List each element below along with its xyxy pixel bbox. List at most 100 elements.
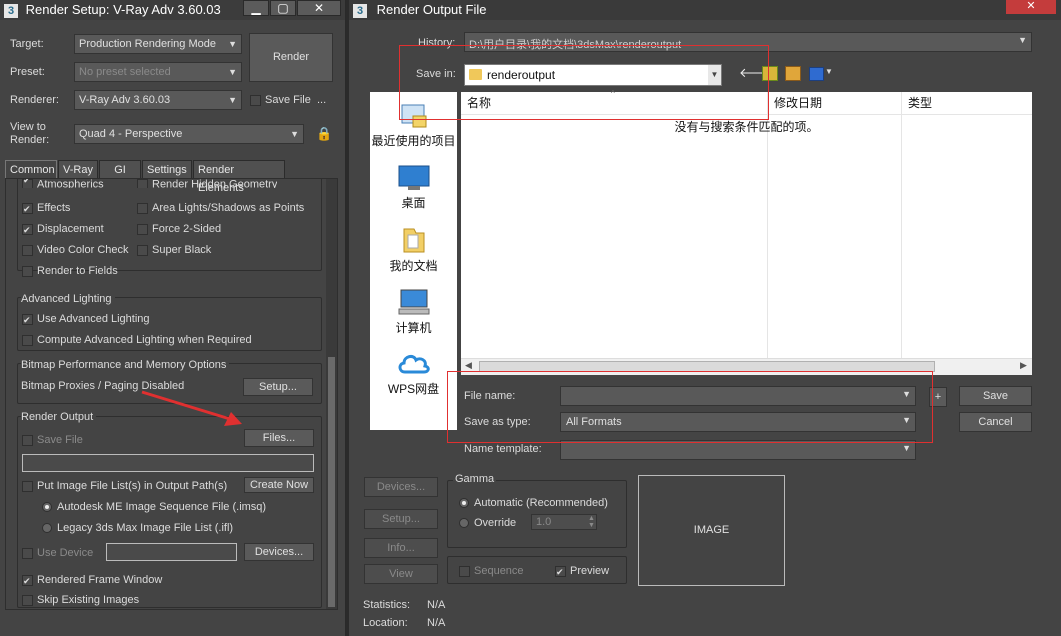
target-dropdown[interactable]: Production Rendering Mode ▼ bbox=[74, 34, 242, 54]
video-color-checkbox[interactable]: Video Color Check bbox=[22, 242, 129, 258]
nav-desktop[interactable]: 桌面 bbox=[370, 164, 457, 211]
lock-icon[interactable]: 🔒 bbox=[316, 126, 332, 142]
use-device-checkbox[interactable]: Use Device bbox=[22, 545, 93, 561]
dialog-close-button[interactable]: ✕ bbox=[1006, 0, 1056, 14]
save-in-dropdown[interactable]: renderoutput ▼ bbox=[464, 64, 722, 86]
checkbox[interactable] bbox=[22, 594, 33, 606]
radio[interactable] bbox=[42, 523, 52, 534]
atmospherics-checkbox[interactable]: Atmospherics bbox=[22, 179, 104, 188]
view-button[interactable]: View bbox=[364, 564, 438, 584]
file-list[interactable]: 名称 ^ 修改日期 类型 没有与搜索条件匹配的项。 ◀ ▶ bbox=[461, 89, 1032, 375]
tab-gi[interactable]: GI bbox=[99, 160, 141, 178]
name-template-dropdown[interactable]: ▼ bbox=[560, 440, 916, 460]
checkbox[interactable] bbox=[22, 201, 33, 217]
displacement-checkbox[interactable]: Displacement bbox=[22, 221, 104, 238]
checkbox[interactable] bbox=[459, 565, 470, 577]
gamma-value-spinner[interactable]: 1.0 ▲ ▼ bbox=[531, 514, 597, 530]
nav-recent[interactable]: 最近使用的项目 bbox=[370, 102, 457, 149]
create-now-button[interactable]: Create Now bbox=[244, 477, 314, 493]
checkbox[interactable] bbox=[137, 202, 148, 214]
nav-computer[interactable]: 计算机 bbox=[370, 287, 457, 336]
nav-documents[interactable]: 我的文档 bbox=[370, 225, 457, 274]
minimize-button[interactable]: ▁ bbox=[243, 0, 269, 16]
gamma-auto-radio[interactable]: Automatic (Recommended) bbox=[459, 495, 608, 511]
tab-common[interactable]: Common bbox=[5, 160, 57, 178]
checkbox[interactable] bbox=[22, 265, 33, 277]
files-button[interactable]: Files... bbox=[244, 429, 314, 447]
history-dropdown[interactable]: D:\用户目录\我的文档\3dsMax\renderoutput ▼ bbox=[464, 32, 1032, 52]
up-folder-icon[interactable] bbox=[762, 66, 778, 81]
render-button[interactable]: Render bbox=[249, 33, 333, 82]
device-field[interactable] bbox=[106, 543, 237, 561]
super-black-checkbox[interactable]: Super Black bbox=[137, 242, 211, 258]
devices-button[interactable]: Devices... bbox=[364, 477, 438, 497]
new-folder-icon[interactable] bbox=[785, 66, 801, 81]
force-2sided-checkbox[interactable]: Force 2-Sided bbox=[137, 221, 221, 237]
skip-existing-checkbox[interactable]: Skip Existing Images bbox=[22, 592, 139, 608]
dialog-titlebar[interactable]: 3 Render Output File bbox=[349, 0, 1061, 20]
checkbox[interactable] bbox=[22, 312, 33, 328]
rendered-frame-checkbox[interactable]: Rendered Frame Window bbox=[22, 572, 162, 589]
preset-dropdown[interactable]: No preset selected ▼ bbox=[74, 62, 242, 82]
chevron-down-icon[interactable]: ▼ bbox=[825, 67, 833, 76]
renderer-dropdown[interactable]: V-Ray Adv 3.60.03 ▼ bbox=[74, 90, 242, 110]
view-menu-icon[interactable] bbox=[809, 67, 824, 81]
tab-render-elements[interactable]: Render Elements bbox=[193, 160, 285, 194]
checkbox[interactable] bbox=[22, 480, 33, 492]
preview-checkbox[interactable]: Preview bbox=[555, 563, 609, 580]
checkbox[interactable] bbox=[22, 179, 33, 188]
tab-settings[interactable]: Settings bbox=[142, 160, 192, 178]
scroll-left-icon[interactable]: ◀ bbox=[465, 360, 472, 371]
checkbox[interactable] bbox=[22, 222, 33, 238]
maximize-button[interactable]: ▢ bbox=[270, 0, 296, 16]
checkbox[interactable] bbox=[22, 434, 33, 446]
autodesk-me-radio[interactable]: Autodesk ME Image Sequence File (.imsq) bbox=[42, 499, 266, 515]
output-save-file-checkbox[interactable]: Save File bbox=[22, 432, 83, 448]
file-name-input[interactable]: ▼ bbox=[560, 386, 916, 406]
save-button[interactable]: Save bbox=[959, 386, 1032, 406]
gamma-override-radio[interactable]: Override bbox=[459, 515, 516, 531]
setup-button[interactable]: Setup... bbox=[364, 509, 438, 529]
use-adv-lighting-checkbox[interactable]: Use Advanced Lighting bbox=[22, 311, 150, 328]
checkbox[interactable] bbox=[22, 334, 33, 346]
render-hidden-checkbox[interactable]: Render Hidden Geometry bbox=[137, 179, 277, 188]
add-template-button[interactable]: + bbox=[929, 387, 947, 407]
checkbox[interactable] bbox=[137, 244, 148, 256]
sequence-checkbox[interactable]: Sequence bbox=[459, 563, 524, 579]
bitmap-setup-button[interactable]: Setup... bbox=[243, 378, 313, 396]
tab-vray[interactable]: V-Ray bbox=[58, 160, 98, 178]
scrollbar-thumb[interactable] bbox=[479, 361, 935, 372]
more-button[interactable]: ... bbox=[317, 94, 326, 106]
effects-checkbox[interactable]: Effects bbox=[22, 200, 70, 217]
info-button[interactable]: Info... bbox=[364, 538, 438, 558]
nav-wps-cloud[interactable]: WPS网盘 bbox=[370, 348, 457, 397]
column-type[interactable]: 类型 bbox=[902, 92, 1032, 114]
close-button[interactable]: ✕ bbox=[297, 0, 341, 16]
area-lights-checkbox[interactable]: Area Lights/Shadows as Points bbox=[137, 200, 304, 216]
column-modified[interactable]: 修改日期 bbox=[768, 92, 901, 114]
radio[interactable] bbox=[42, 502, 52, 513]
checkbox[interactable] bbox=[137, 179, 148, 188]
checkbox[interactable] bbox=[250, 94, 261, 106]
devices-button[interactable]: Devices... bbox=[244, 543, 314, 561]
save-as-type-dropdown[interactable]: All Formats ▼ bbox=[560, 412, 916, 432]
compute-adv-lighting-checkbox[interactable]: Compute Advanced Lighting when Required bbox=[22, 332, 252, 348]
horizontal-scrollbar[interactable]: ◀ ▶ bbox=[461, 358, 1032, 375]
output-path-field[interactable] bbox=[22, 454, 314, 472]
legacy-ifl-radio[interactable]: Legacy 3ds Max Image File List (.ifl) bbox=[42, 520, 233, 536]
checkbox[interactable] bbox=[22, 547, 33, 559]
save-file-checkbox[interactable]: Save File bbox=[250, 92, 311, 108]
scroll-right-icon[interactable]: ▶ bbox=[1020, 360, 1027, 371]
radio[interactable] bbox=[459, 518, 469, 529]
scrollbar[interactable] bbox=[326, 179, 337, 609]
scrollbar-thumb[interactable] bbox=[328, 357, 335, 607]
checkbox[interactable] bbox=[555, 564, 566, 580]
cancel-button[interactable]: Cancel bbox=[959, 412, 1032, 432]
view-to-render-dropdown[interactable]: Quad 4 - Perspective ▼ bbox=[74, 124, 304, 144]
spinner-arrows-icon[interactable]: ▲ ▼ bbox=[588, 515, 595, 529]
checkbox[interactable] bbox=[137, 223, 148, 235]
render-fields-checkbox[interactable]: Render to Fields bbox=[22, 263, 118, 279]
radio[interactable] bbox=[459, 498, 469, 509]
put-image-list-checkbox[interactable]: Put Image File List(s) in Output Path(s) bbox=[22, 478, 227, 494]
checkbox[interactable] bbox=[22, 573, 33, 589]
